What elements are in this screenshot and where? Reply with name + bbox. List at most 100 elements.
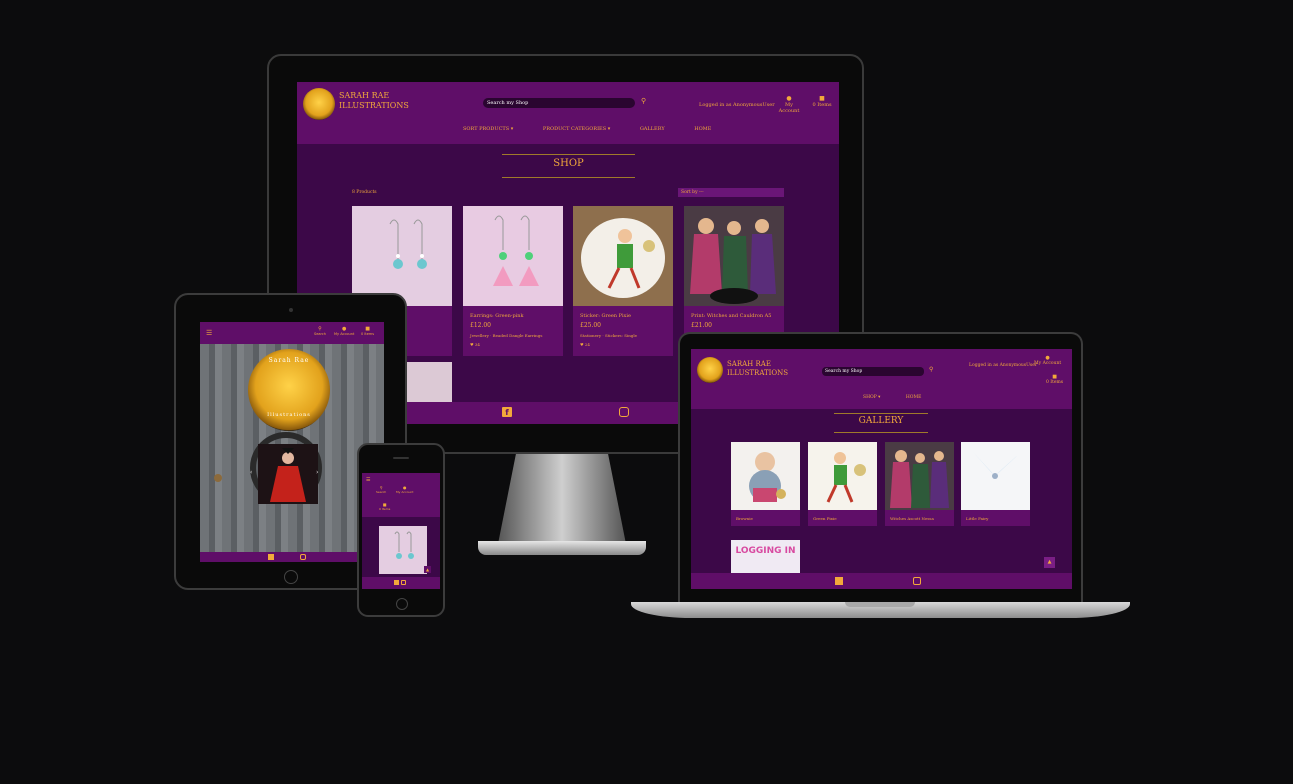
gallery-caption: Brownie [736,516,753,521]
tablet-header: ☰ ⚲ Search ● My Account ■ 0 Items [200,322,384,344]
tablet-basket[interactable]: ■ 0 Items [361,326,374,336]
desktop-basket[interactable]: ■ 0 Items [811,95,833,108]
tablet-logo-text-bottom: Illustrations [267,412,311,418]
phone-footer [362,577,440,589]
product-tags: Jewellery · Beaded Dangle Earrings [470,333,543,338]
phone-basket[interactable]: ■ 0 Items [379,502,390,511]
phone-home-button[interactable] [396,598,408,610]
tablet-home-button[interactable] [284,570,298,584]
laptop-nav: SHOP ▾ HOME [863,395,921,400]
desktop-search-input[interactable]: Search my Shop [483,98,635,108]
laptop-notch [845,602,915,607]
gallery-image [961,442,1030,510]
tablet-search[interactable]: ⚲ Search [314,326,326,336]
laptop-brand[interactable]: SARAH RAE ILLUSTRATIONS [727,360,788,378]
product-image [352,206,452,306]
gallery-caption: Witches Ascott Nessa [890,516,934,521]
tablet-logo-text-top: Sarah Rae [268,357,310,364]
product-name: Print: Witches and Cauldron A5 [691,313,772,319]
product-image [684,206,784,306]
product-card[interactable]: Sticker: Green Pixie £25.00 Stationery ·… [573,206,673,356]
phone-header: ☰ ⚲ Search ● My Account ■ 0 Items [362,473,440,517]
laptop-lid: SARAH RAE ILLUSTRATIONS Search my Shop ⚲… [678,332,1083,602]
product-name: Earrings: Green-pink [470,313,524,319]
nav-product-categories[interactable]: PRODUCT CATEGORIES ▾ [543,126,610,132]
menu-icon[interactable]: ☰ [366,477,370,483]
monitor-base [478,541,646,555]
laptop-title-rule-bottom [834,432,928,433]
product-name: Sticker: Green Pixie [580,313,631,319]
desktop-login-status: Logged in as AnonymousUser [699,102,775,108]
gallery-image [885,442,954,510]
desktop-title-rule-bottom [502,177,635,178]
laptop-title-rule-top [834,413,928,414]
tablet-feature-image[interactable] [258,444,318,504]
gallery-caption: Little Fairy [966,516,989,521]
door-handle [214,474,222,482]
nav-home[interactable]: HOME [906,395,922,400]
back-to-top-button[interactable]: ▲ [1044,557,1055,568]
instagram-icon[interactable] [300,554,306,560]
desktop-logo[interactable] [303,88,335,120]
nav-shop[interactable]: SHOP ▾ [863,395,880,400]
product-likes: ♥ 24 [580,342,590,347]
laptop-account[interactable]: ● My Account [1034,355,1061,366]
back-to-top-button[interactable]: ▲ [424,566,431,573]
phone-product-image[interactable] [379,526,427,574]
instagram-icon[interactable] [913,577,921,585]
phone-account[interactable]: ● My Account [396,485,413,494]
tablet-camera [289,308,293,312]
product-likes: ♥ 34 [470,342,480,347]
desktop-sort-select[interactable]: Sort by --- [678,188,784,197]
gallery-card[interactable]: Green Pixie [808,442,877,526]
desktop-brand[interactable]: SARAH RAE ILLUSTRATIONS [339,91,409,111]
facebook-icon[interactable] [268,554,274,560]
phone-search[interactable]: ⚲ Search [376,485,386,494]
monitor-stand [498,454,626,544]
nav-home[interactable]: HOME [694,126,711,132]
desktop-title-rule-top [502,154,635,155]
laptop-screen: SARAH RAE ILLUSTRATIONS Search my Shop ⚲… [691,349,1072,589]
desktop-header: SARAH RAE ILLUSTRATIONS Search my Shop ⚲… [297,82,839,144]
carousel-next-icon[interactable]: › [316,469,318,476]
user-icon: ● [786,95,792,102]
product-card[interactable]: Earrings: Green-pink £12.00 Jewellery · … [463,206,563,356]
product-price: £12.00 [470,322,491,329]
nav-sort-products[interactable]: SORT PRODUCTS ▾ [463,126,513,132]
nav-gallery[interactable]: GALLERY [640,126,665,132]
phone-speaker [393,457,409,459]
facebook-icon[interactable] [394,580,399,585]
gallery-image [731,442,800,510]
gallery-banner-text: LOGGING IN [735,546,796,556]
gallery-card[interactable]: Witches Ascott Nessa [885,442,954,526]
tablet-account[interactable]: ● My Account [334,326,354,336]
desktop-account[interactable]: ● My Account [775,95,803,114]
product-price: £21.00 [691,322,712,329]
laptop-basket[interactable]: ■ 0 Items [1046,374,1063,385]
facebook-icon[interactable]: f [502,407,512,417]
instagram-icon[interactable] [401,580,406,585]
search-icon[interactable]: ⚲ [929,366,933,373]
product-tags: Stationery · Stickers: Single [580,333,638,338]
basket-icon: ■ [819,95,825,102]
product-price: £25.00 [580,322,601,329]
desktop-product-count: 8 Products [352,190,377,195]
laptop-footer [691,573,1072,589]
phone-screen: ☰ ⚲ Search ● My Account ■ 0 Items ▲ [362,473,440,589]
desktop-nav: SORT PRODUCTS ▾ PRODUCT CATEGORIES ▾ GAL… [463,126,711,132]
instagram-icon[interactable] [619,407,629,417]
carousel-prev-icon[interactable]: ‹ [250,469,252,476]
gallery-card[interactable]: Little Fairy [961,442,1030,526]
gallery-caption: Green Pixie [813,516,837,521]
facebook-icon[interactable] [835,577,843,585]
menu-icon[interactable]: ☰ [206,329,212,337]
laptop-login-status: Logged in as AnonymousUser [969,363,1038,368]
gallery-card[interactable]: Brownie [731,442,800,526]
product-image [573,206,673,306]
laptop-logo[interactable] [697,357,723,383]
phone-device: ☰ ⚲ Search ● My Account ■ 0 Items ▲ [357,443,445,617]
laptop-search-input[interactable]: Search my Shop [822,367,924,376]
search-icon[interactable]: ⚲ [641,97,646,105]
laptop-header: SARAH RAE ILLUSTRATIONS Search my Shop ⚲… [691,349,1072,409]
desktop-page-title: SHOP [553,158,584,169]
